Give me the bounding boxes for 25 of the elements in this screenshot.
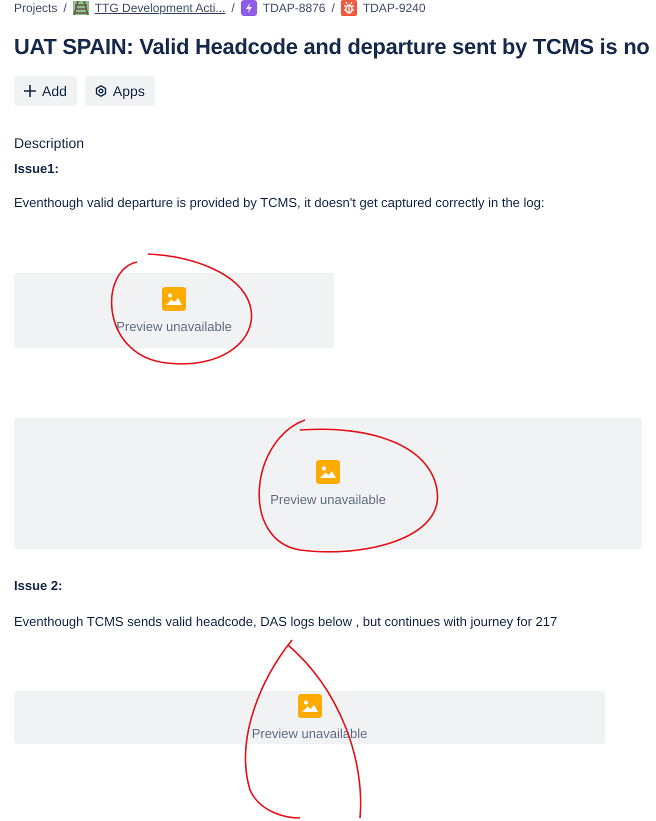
attachment-preview[interactable]: Preview unavailable <box>14 273 334 348</box>
apps-icon <box>94 85 107 97</box>
add-button[interactable]: Add <box>14 76 77 106</box>
image-icon <box>316 460 340 484</box>
description-text: Eventhough TCMS sends valid headcode, DAS logs below , but continues with journey for 217 <box>14 613 558 631</box>
breadcrumb-separator: / <box>63 1 67 15</box>
section-label: Issue1: <box>14 160 60 178</box>
plus-icon <box>24 85 36 97</box>
description-text: Eventhough valid departure is provided by TCMS, it doesn't get captured correctly in the log: <box>14 194 546 212</box>
issue-title: UAT SPAIN: Valid Headcode and departure sent by TCMS is no <box>14 33 650 61</box>
image-icon <box>162 287 186 311</box>
attachment-preview[interactable]: Preview unavailable <box>14 418 642 549</box>
preview-label: Preview unavailable <box>116 319 232 334</box>
image-icon <box>298 694 322 718</box>
breadcrumb-link[interactable]: TTG Development Acti... <box>94 1 226 15</box>
breadcrumb-separator: / <box>331 1 335 15</box>
apps-button[interactable]: Apps <box>84 76 155 106</box>
breadcrumb-link[interactable]: Projects <box>14 1 58 15</box>
preview-label: Preview unavailable <box>270 492 386 507</box>
section-label: Issue 2: <box>14 577 64 595</box>
railway-icon <box>72 1 89 15</box>
breadcrumb-link[interactable]: TDAP-8876 <box>262 1 326 15</box>
breadcrumb-link[interactable]: TDAP-9240 <box>362 1 426 15</box>
section-heading: Description <box>14 134 86 152</box>
breadcrumb-separator: / <box>231 1 235 15</box>
